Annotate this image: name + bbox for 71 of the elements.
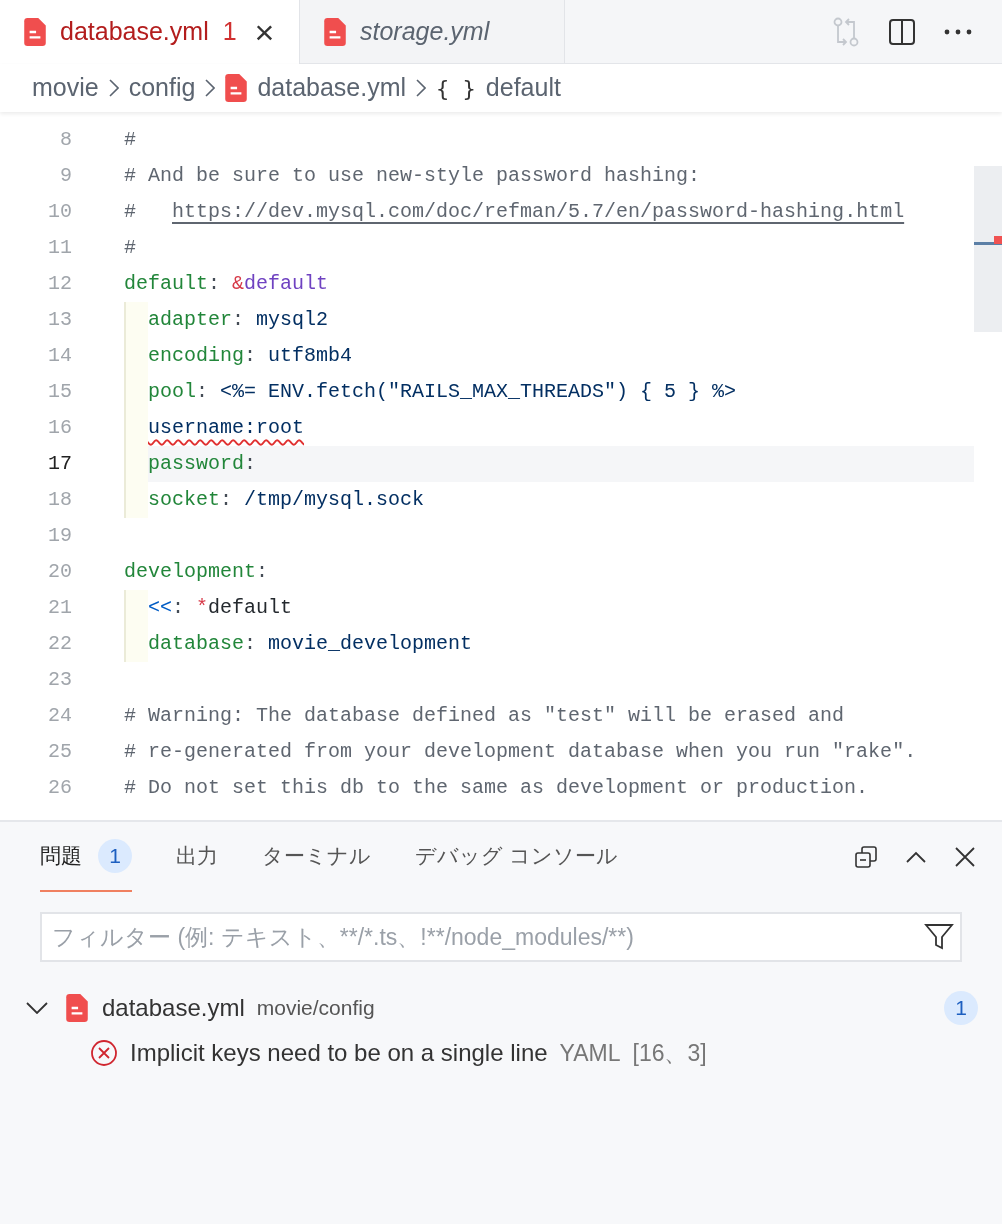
- chevron-right-icon: [416, 79, 427, 97]
- collapse-all-icon[interactable]: [854, 845, 878, 869]
- code-line: #: [124, 127, 136, 153]
- code-line: adapter: mysql2: [148, 307, 329, 333]
- code-line: pool: <%= ENV.fetch("RAILS_MAX_THREADS") { 5 } %>: [148, 379, 737, 405]
- split-editor-icon[interactable]: [888, 17, 916, 46]
- breadcrumb-item[interactable]: default: [485, 69, 561, 107]
- line-number: 26: [47, 775, 72, 801]
- code-line: default: &default: [124, 271, 329, 297]
- code-line: database: movie_development: [148, 631, 473, 657]
- chevron-right-icon: [205, 79, 216, 97]
- line-number: 12: [47, 271, 72, 297]
- folder-path: movie/config: [256, 995, 376, 1022]
- line-number: 15: [47, 379, 72, 405]
- indent-guide: [124, 590, 148, 662]
- count-badge: 1: [944, 991, 978, 1025]
- code-line: # Do not set this db to the same as development or production.: [124, 775, 869, 801]
- count-badge: 1: [98, 839, 132, 873]
- line-number: 14: [47, 343, 72, 369]
- code-line: # https://dev.mysql.com/doc/refman/5.7/en/password-hashing.html: [124, 194, 905, 230]
- minimap-scrollbar[interactable]: [974, 166, 1002, 332]
- line-number: 19: [47, 523, 72, 549]
- code-line: #: [124, 235, 136, 261]
- problem-item[interactable]: Implicit keys need to be on a single line YAML [16、3]: [0, 1030, 1002, 1076]
- line-number: 25: [47, 739, 72, 765]
- code-line-with-error: username:root: [148, 415, 305, 441]
- filter-field[interactable]: フィルター (例: テキスト、**/*.ts、!**/node_modules/**): [40, 912, 962, 962]
- file-icon: [225, 74, 248, 102]
- error-count: 1: [222, 16, 237, 48]
- file-icon: [24, 18, 46, 46]
- file-icon: [324, 17, 346, 46]
- panel-tab[interactable]: デバッグ コンソール: [415, 822, 618, 892]
- line-number: 8: [59, 127, 72, 153]
- file-name[interactable]: database.yml: [102, 990, 245, 1026]
- link[interactable]: https://dev.mysql.com/doc/refman/5.7/en/password-hashing.html: [172, 197, 905, 227]
- line-number: 10: [47, 199, 72, 225]
- chevron-right-icon: [108, 79, 119, 97]
- line-number: 22: [47, 631, 72, 657]
- filter-icon[interactable]: [924, 923, 954, 951]
- code-line: <<: *default: [148, 595, 293, 621]
- panel-tab[interactable]: 出力: [176, 822, 218, 892]
- line-number: 16: [47, 415, 72, 441]
- code-line: encoding: utf8mb4: [148, 343, 353, 369]
- code-line: password:: [148, 451, 257, 477]
- breadcrumb-item[interactable]: config: [128, 69, 196, 107]
- code-line: # re-generated from your development database when you run "rake".: [124, 739, 917, 765]
- code-line: # And be sure to use new-style password hashing:: [124, 163, 701, 189]
- panel-tab[interactable]: ターミナル: [262, 822, 371, 892]
- code-line: socket: /tmp/mysql.sock: [148, 487, 425, 513]
- line-number: 21: [47, 595, 72, 621]
- error-icon: [90, 1039, 118, 1067]
- line-number: 13: [47, 307, 72, 333]
- code-line: # Warning: The database defined as "test" will be erased and: [124, 703, 845, 729]
- code-line: development:: [124, 559, 269, 585]
- editor-tab[interactable]: database.yml 1 ×: [0, 0, 300, 64]
- chevron-down-icon[interactable]: [26, 1002, 48, 1014]
- line-number: 24: [47, 703, 72, 729]
- close-icon[interactable]: ×: [254, 15, 275, 49]
- close-icon[interactable]: [954, 846, 976, 868]
- panel-tab[interactable]: 問題 1: [40, 822, 132, 892]
- line-number: 23: [47, 667, 72, 693]
- breadcrumb-item[interactable]: database.yml: [257, 69, 407, 107]
- breadcrumb-item[interactable]: movie: [32, 69, 99, 107]
- braces-icon: { }: [436, 71, 476, 105]
- line-number: 20: [47, 559, 72, 585]
- line-number: 11: [47, 235, 72, 261]
- line-number: 17: [47, 451, 72, 477]
- file-icon: [66, 994, 88, 1022]
- more-icon[interactable]: [944, 28, 972, 35]
- line-number: 9: [59, 163, 72, 189]
- line-number: 18: [47, 487, 72, 513]
